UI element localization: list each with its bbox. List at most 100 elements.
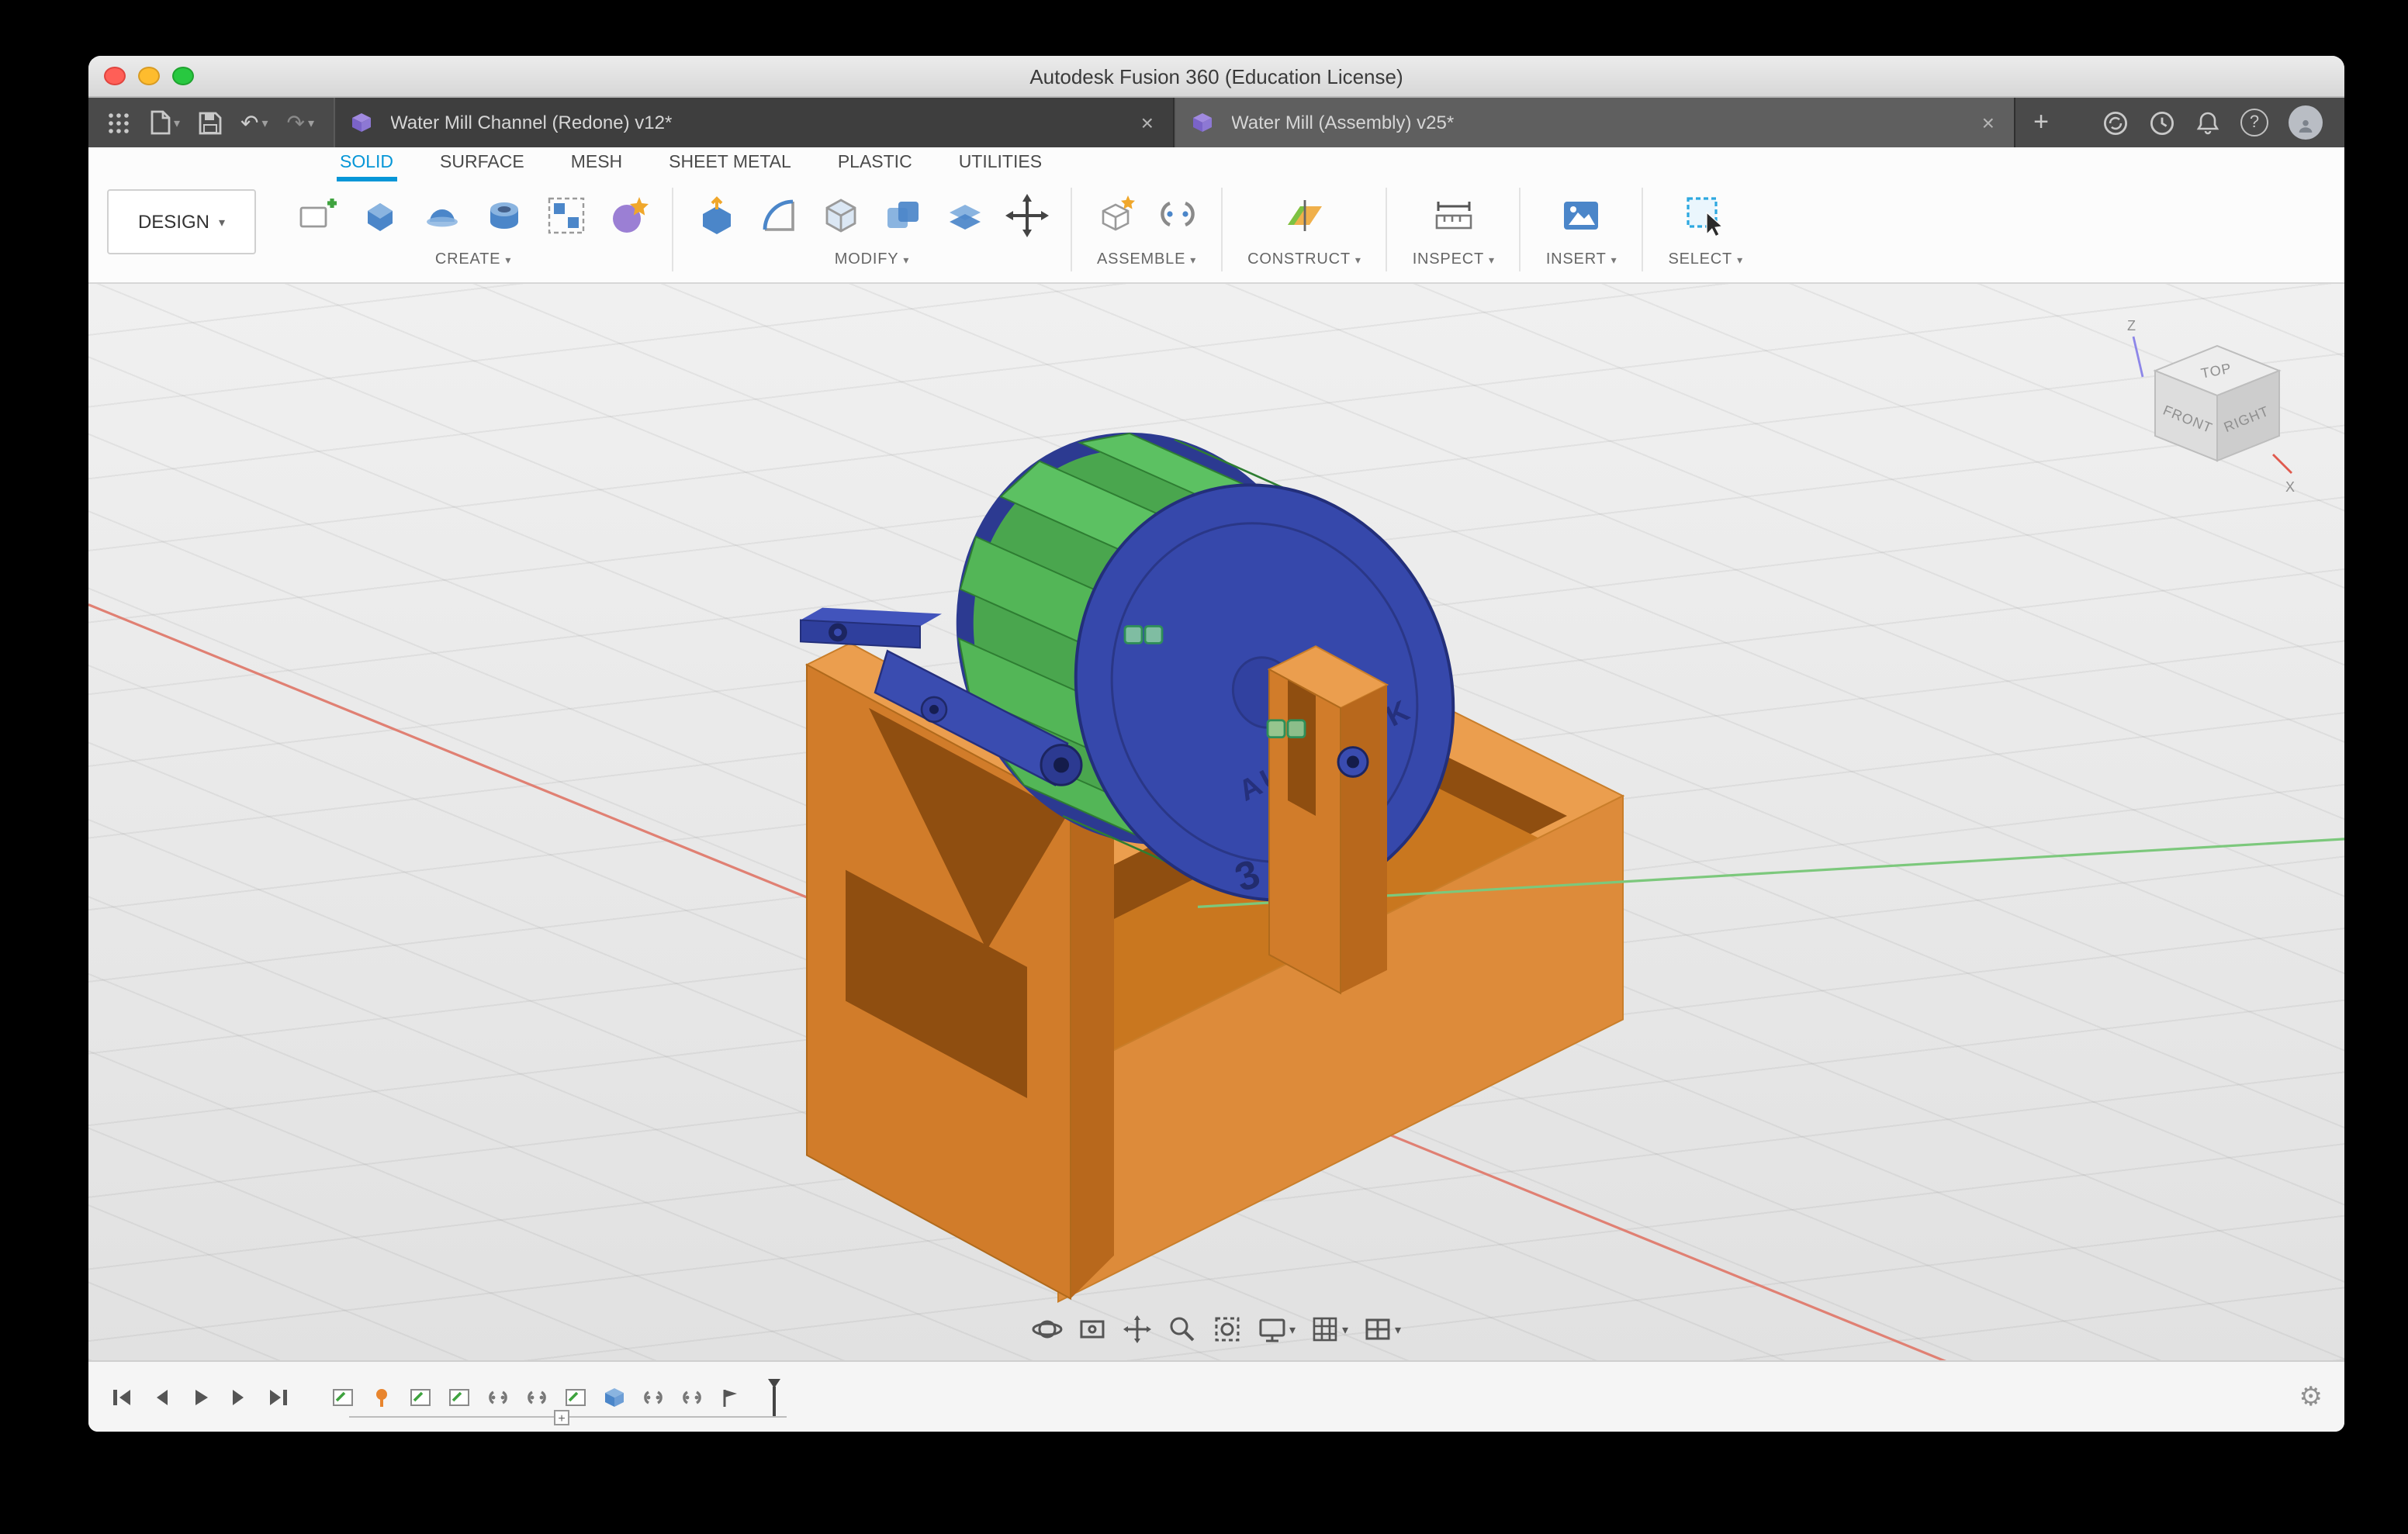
assemble-menu[interactable]: ASSEMBLE ▾ bbox=[1088, 250, 1206, 270]
go-to-end-icon[interactable] bbox=[265, 1384, 290, 1409]
minimize-window-button[interactable] bbox=[138, 67, 160, 85]
construction-plane-button[interactable] bbox=[1276, 186, 1332, 245]
close-tab-icon[interactable]: × bbox=[1138, 110, 1157, 135]
viewports-icon[interactable]: ▾ bbox=[1362, 1314, 1401, 1345]
pan-icon[interactable] bbox=[1122, 1314, 1153, 1345]
document-cube-icon bbox=[351, 113, 371, 132]
chevron-down-icon: ▾ bbox=[1611, 255, 1617, 266]
close-window-button[interactable] bbox=[104, 67, 126, 85]
screen: Autodesk Fusion 360 (Education License) … bbox=[0, 0, 2408, 1534]
timeline-feature-flag-icon[interactable] bbox=[718, 1384, 743, 1409]
select-window-button[interactable] bbox=[1678, 186, 1734, 245]
pattern-button[interactable] bbox=[538, 186, 594, 245]
timeline-zoom-toggle[interactable]: + bbox=[554, 1410, 569, 1425]
revolve-button[interactable] bbox=[414, 186, 470, 245]
shell-button[interactable] bbox=[813, 186, 869, 245]
timeline-transport bbox=[110, 1384, 290, 1409]
group-separator bbox=[1519, 188, 1521, 271]
tab-water-mill-channel[interactable]: Water Mill Channel (Redone) v12* × bbox=[333, 98, 1175, 147]
fillet-button[interactable] bbox=[751, 186, 807, 245]
orbit-icon[interactable] bbox=[1032, 1314, 1063, 1345]
axle-post[interactable] bbox=[1267, 645, 1389, 995]
combine-button[interactable] bbox=[875, 186, 931, 245]
z-axis-indicator bbox=[2132, 336, 2144, 378]
press-pull-button[interactable] bbox=[689, 186, 745, 245]
display-settings-icon[interactable]: ▾ bbox=[1257, 1314, 1296, 1345]
go-to-start-icon[interactable] bbox=[110, 1384, 135, 1409]
undo-icon[interactable]: ↶ ▾ bbox=[240, 112, 268, 133]
hole-button[interactable] bbox=[476, 186, 532, 245]
new-component-button[interactable] bbox=[1088, 186, 1143, 245]
timeline-feature-sketch-icon[interactable] bbox=[563, 1384, 588, 1409]
tab-solid[interactable]: SOLID bbox=[337, 154, 397, 181]
modify-menu[interactable]: MODIFY ▾ bbox=[825, 250, 919, 270]
app-grid-icon[interactable] bbox=[107, 111, 130, 134]
timeline-position-marker[interactable] bbox=[763, 1377, 785, 1417]
sync-status-icon[interactable] bbox=[2102, 109, 2129, 136]
workspace-selector[interactable]: DESIGN ▾ bbox=[107, 189, 256, 254]
timeline-feature-joint-icon[interactable] bbox=[486, 1384, 510, 1409]
measure-button[interactable] bbox=[1426, 186, 1482, 245]
chevron-down-icon: ▾ bbox=[174, 116, 181, 130]
create-form-button[interactable] bbox=[600, 186, 656, 245]
extrude-button[interactable] bbox=[352, 186, 408, 245]
tab-label: Water Mill Channel (Redone) v12* bbox=[390, 112, 673, 133]
timeline-feature-component-icon[interactable] bbox=[602, 1384, 627, 1409]
step-back-icon[interactable] bbox=[149, 1384, 174, 1409]
joint-button[interactable] bbox=[1150, 186, 1206, 245]
timeline-feature-joint-icon[interactable] bbox=[524, 1384, 549, 1409]
account-avatar[interactable] bbox=[2289, 105, 2323, 140]
chevron-down-icon: ▾ bbox=[261, 116, 268, 130]
select-menu[interactable]: SELECT ▾ bbox=[1659, 250, 1752, 270]
chevron-down-icon: ▾ bbox=[1341, 1322, 1349, 1336]
play-icon[interactable] bbox=[188, 1384, 213, 1409]
help-icon[interactable]: ? bbox=[2240, 109, 2268, 136]
new-tab-icon[interactable]: + bbox=[2015, 98, 2067, 147]
timeline-feature-sketch-icon[interactable] bbox=[447, 1384, 472, 1409]
file-menu-icon[interactable]: ▾ bbox=[149, 110, 180, 135]
tab-surface[interactable]: SURFACE bbox=[437, 154, 528, 181]
move-button[interactable] bbox=[999, 186, 1055, 245]
timeline-feature-pin-icon[interactable] bbox=[369, 1384, 394, 1409]
chevron-down-icon: ▾ bbox=[1395, 1322, 1402, 1336]
grid-display-icon[interactable]: ▾ bbox=[1310, 1314, 1348, 1345]
x-axis-indicator bbox=[2272, 454, 2292, 474]
step-forward-icon[interactable] bbox=[227, 1384, 251, 1409]
ribbon-group-construct: CONSTRUCT ▾ bbox=[1226, 185, 1383, 270]
fit-icon[interactable] bbox=[1212, 1314, 1243, 1345]
quick-access-toolbar: ▾ ↶ ▾ ↷ ▾ bbox=[88, 98, 333, 147]
offset-face-button[interactable] bbox=[937, 186, 993, 245]
tab-plastic[interactable]: PLASTIC bbox=[835, 154, 915, 181]
chevron-down-icon: ▾ bbox=[1289, 1322, 1296, 1336]
tab-mesh[interactable]: MESH bbox=[568, 154, 625, 181]
viewcube[interactable]: Z X TOP FRONT RIGHT bbox=[2121, 309, 2307, 495]
look-at-icon[interactable] bbox=[1077, 1314, 1108, 1345]
group-separator bbox=[1221, 188, 1223, 271]
timeline-feature-sketch-icon[interactable] bbox=[408, 1384, 433, 1409]
ribbon-toolbar: DESIGN ▾ CREATE ▾ MODIFY ▾ ASSEMBLE ▾ CO… bbox=[88, 181, 2344, 282]
fusion360-window: Autodesk Fusion 360 (Education License) … bbox=[88, 56, 2344, 1432]
close-tab-icon[interactable]: × bbox=[1979, 110, 1998, 135]
construct-menu[interactable]: CONSTRUCT ▾ bbox=[1238, 250, 1371, 270]
zoom-window-button[interactable] bbox=[172, 67, 194, 85]
timeline-feature-joint-icon[interactable] bbox=[641, 1384, 666, 1409]
redo-icon[interactable]: ↷ ▾ bbox=[287, 112, 315, 133]
timeline-feature-joint-icon[interactable] bbox=[680, 1384, 704, 1409]
inspect-menu[interactable]: INSPECT ▾ bbox=[1403, 250, 1504, 270]
tab-sheet-metal[interactable]: SHEET METAL bbox=[666, 154, 794, 181]
3d-viewport[interactable]: AUTODESK 3 bbox=[88, 284, 2344, 1360]
save-icon[interactable] bbox=[199, 111, 222, 134]
create-sketch-button[interactable] bbox=[290, 186, 346, 245]
tab-utilities[interactable]: UTILITIES bbox=[956, 154, 1045, 181]
insert-canvas-button[interactable] bbox=[1554, 186, 1610, 245]
notifications-bell-icon[interactable] bbox=[2195, 109, 2220, 136]
timeline-feature-sketch-icon[interactable] bbox=[330, 1384, 355, 1409]
header-right-icons: ? bbox=[2081, 98, 2344, 147]
3d-viewport-canvas[interactable]: AUTODESK 3 bbox=[88, 284, 2344, 1360]
timeline-settings-gear-icon[interactable]: ⚙ bbox=[2299, 1381, 2323, 1412]
tab-water-mill-assembly[interactable]: Water Mill (Assembly) v25* × bbox=[1174, 98, 2015, 147]
create-menu[interactable]: CREATE ▾ bbox=[426, 250, 521, 270]
insert-menu[interactable]: INSERT ▾ bbox=[1537, 250, 1627, 270]
zo om-icon[interactable] bbox=[1167, 1314, 1198, 1345]
recent-activity-icon[interactable] bbox=[2149, 109, 2175, 136]
